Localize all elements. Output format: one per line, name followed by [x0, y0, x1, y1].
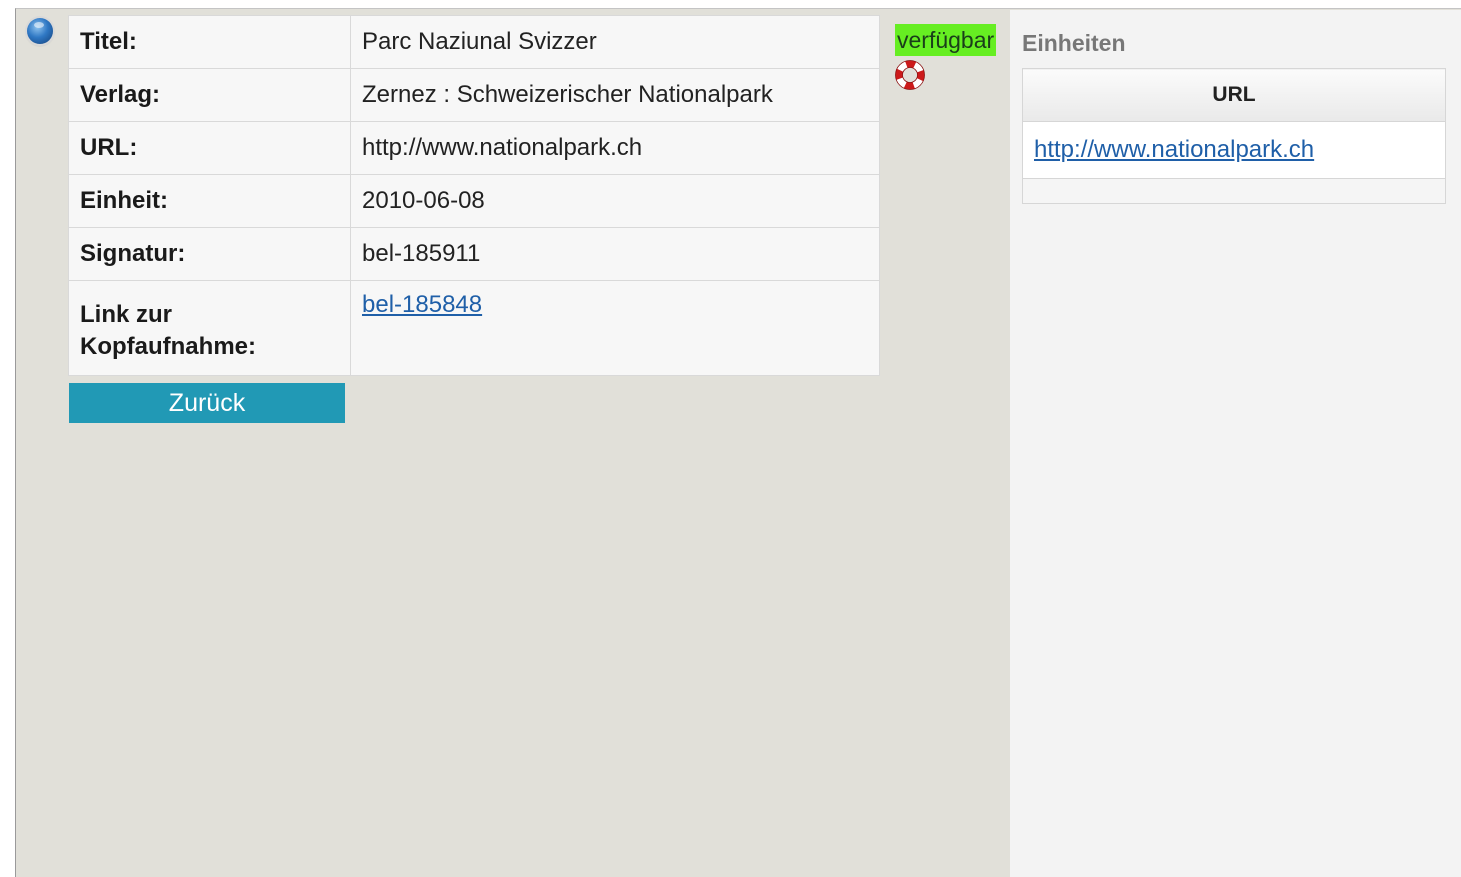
table-row: URL: http://www.nationalpark.ch: [68, 121, 880, 175]
publisher-value: Zernez : Schweizerischer Nationalpark: [350, 68, 880, 122]
table-footer: [1022, 178, 1446, 204]
head-record-value: bel-185848: [350, 280, 880, 376]
info-icon[interactable]: [27, 18, 53, 44]
units-panel-title: Einheiten: [1022, 30, 1126, 56]
table-row: Titel: Parc Naziunal Svizzer: [68, 15, 880, 69]
signature-label: Signatur:: [68, 227, 351, 281]
head-record-label-line2: Kopfaufnahme:: [80, 333, 256, 360]
signature-value: bel-185911: [350, 227, 880, 281]
unit-value: 2010-06-08: [350, 174, 880, 228]
head-record-link[interactable]: bel-185848: [362, 291, 482, 318]
table-row: Einheit: 2010-06-08: [68, 174, 880, 228]
url-column-header[interactable]: URL: [1022, 68, 1446, 122]
table-row: http://www.nationalpark.ch: [1022, 121, 1446, 179]
url-cell: http://www.nationalpark.ch: [1022, 121, 1446, 179]
unit-url-link[interactable]: http://www.nationalpark.ch: [1034, 136, 1314, 163]
back-button[interactable]: Zurück: [69, 383, 345, 423]
lifebuoy-help-icon[interactable]: [895, 60, 925, 90]
table-footer-row: [1022, 178, 1446, 204]
publisher-label: Verlag:: [68, 68, 351, 122]
record-detail-table: Titel: Parc Naziunal Svizzer Verlag: Zer…: [68, 15, 880, 376]
head-record-label: Link zur Kopfaufnahme:: [68, 280, 351, 376]
title-label: Titel:: [68, 15, 351, 69]
availability-badge: verfügbar: [895, 24, 997, 56]
url-value: http://www.nationalpark.ch: [350, 121, 880, 175]
table-row: Link zur Kopfaufnahme: bel-185848: [68, 280, 880, 376]
head-record-label-line1: Link zur: [80, 301, 173, 328]
unit-label: Einheit:: [68, 174, 351, 228]
units-table: URL http://www.nationalpark.ch: [1022, 68, 1446, 204]
title-value: Parc Naziunal Svizzer: [350, 15, 880, 69]
table-header-row: URL: [1022, 68, 1446, 122]
table-row: Verlag: Zernez : Schweizerischer Nationa…: [68, 68, 880, 122]
units-panel: Einheiten URL http://www.nationalpark.ch: [1010, 10, 1461, 877]
table-row: Signatur: bel-185911: [68, 227, 880, 281]
url-label: URL:: [68, 121, 351, 175]
